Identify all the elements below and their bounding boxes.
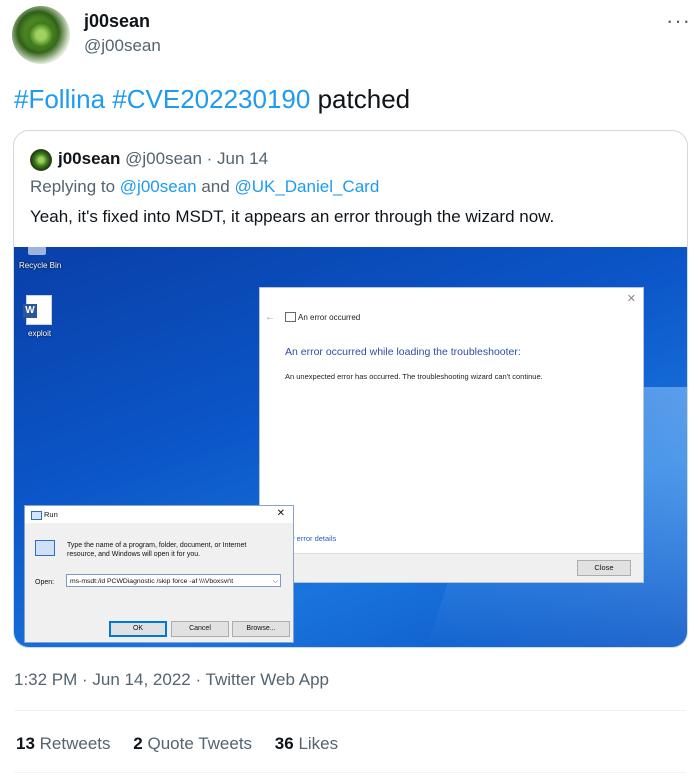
tweet-stats: 13 Retweets 2 Quote Tweets 36 Likes — [16, 734, 356, 754]
reply-prefix: Replying to — [30, 177, 116, 196]
run-title: Run — [44, 510, 58, 519]
run-title-bar: Run ✕ — [25, 506, 293, 523]
author-name[interactable]: j00sean — [84, 11, 150, 32]
divider — [14, 710, 686, 711]
likes-count: 36 — [274, 734, 294, 753]
tweet-timestamp[interactable]: 1:32 PM · Jun 14, 2022 · Twitter Web App — [14, 670, 329, 690]
chevron-down-icon[interactable]: ⌵ — [273, 575, 278, 586]
quote-author-meta: @j00sean · Jun 14 — [125, 149, 269, 168]
author-handle[interactable]: @j00sean — [84, 36, 161, 56]
close-button[interactable]: Close — [577, 560, 631, 576]
reply-and: and — [201, 177, 230, 196]
error-message: An unexpected error has occurred. The tr… — [285, 372, 543, 381]
run-icon — [31, 511, 42, 520]
tweet-text: #Follina #CVE202230190 patched — [14, 84, 410, 115]
quote-tweets-stat[interactable]: 2 Quote Tweets — [133, 734, 252, 753]
author-avatar[interactable] — [12, 6, 70, 64]
word-document-icon: W — [23, 295, 52, 325]
quote-author: j00sean @j00sean · Jun 14 — [58, 149, 268, 169]
retweets-count: 13 — [16, 734, 35, 753]
quotes-count: 2 — [133, 734, 143, 753]
recycle-bin-label: Recycle Bin — [19, 261, 62, 270]
hashtag-follina[interactable]: #Follina — [14, 84, 105, 114]
run-dialog: Run ✕ Type the name of a program, folder… — [24, 505, 294, 643]
close-icon[interactable]: ✕ — [277, 508, 285, 519]
quote-author-name: j00sean — [58, 149, 121, 168]
ok-button[interactable]: OK — [109, 621, 167, 637]
tweet-text-rest: patched — [317, 84, 411, 114]
quote-text: Yeah, it's fixed into MSDT, it appears a… — [30, 207, 555, 226]
exploit-file-label: exploit — [28, 329, 52, 338]
error-heading: An error occurred while loading the trou… — [285, 346, 521, 358]
attached-screenshot[interactable]: Recycle Bin W exploit ✕ ← An error occur… — [14, 247, 687, 647]
open-input[interactable]: ms-msdt:/id PCWDiagnostic /skip force -a… — [66, 574, 281, 587]
likes-stat[interactable]: 36 Likes — [275, 734, 338, 753]
run-program-icon — [35, 540, 55, 556]
likes-label: Likes — [298, 734, 339, 753]
retweets-label: Retweets — [39, 734, 111, 753]
cancel-button[interactable]: Cancel — [171, 621, 229, 637]
run-button-row: OK Cancel Browse... — [25, 612, 293, 642]
quote-author-avatar — [30, 149, 52, 171]
error-dialog-footer: Close — [260, 553, 643, 582]
word-letter: W — [23, 304, 37, 318]
retweets-stat[interactable]: 13 Retweets — [16, 734, 111, 753]
open-label: Open: — [35, 579, 55, 586]
browse-button[interactable]: Browse... — [232, 621, 290, 637]
reply-user-link[interactable]: @j00sean — [120, 177, 197, 196]
recycle-bin-icon — [28, 247, 46, 255]
run-description: Type the name of a program, folder, docu… — [67, 542, 247, 558]
divider — [14, 772, 686, 773]
error-dialog: ✕ ← An error occurred An error occurred … — [259, 287, 644, 583]
back-arrow-icon[interactable]: ← — [265, 312, 275, 323]
error-dialog-title: An error occurred — [298, 313, 361, 322]
replying-to: Replying to @j00sean and @UK_Daniel_Card — [30, 177, 379, 197]
troubleshooter-icon — [285, 312, 296, 322]
quoted-tweet[interactable]: j00sean @j00sean · Jun 14 Replying to @j… — [13, 130, 688, 648]
open-input-value: ms-msdt:/id PCWDiagnostic /skip force -a… — [70, 578, 234, 585]
reply-user-link[interactable]: @UK_Daniel_Card — [234, 177, 379, 196]
more-dots-icon[interactable]: ··· — [666, 8, 691, 34]
quotes-label: Quote Tweets — [147, 734, 253, 753]
close-icon[interactable]: ✕ — [627, 292, 636, 305]
hashtag-cve[interactable]: #CVE202230190 — [112, 84, 310, 114]
